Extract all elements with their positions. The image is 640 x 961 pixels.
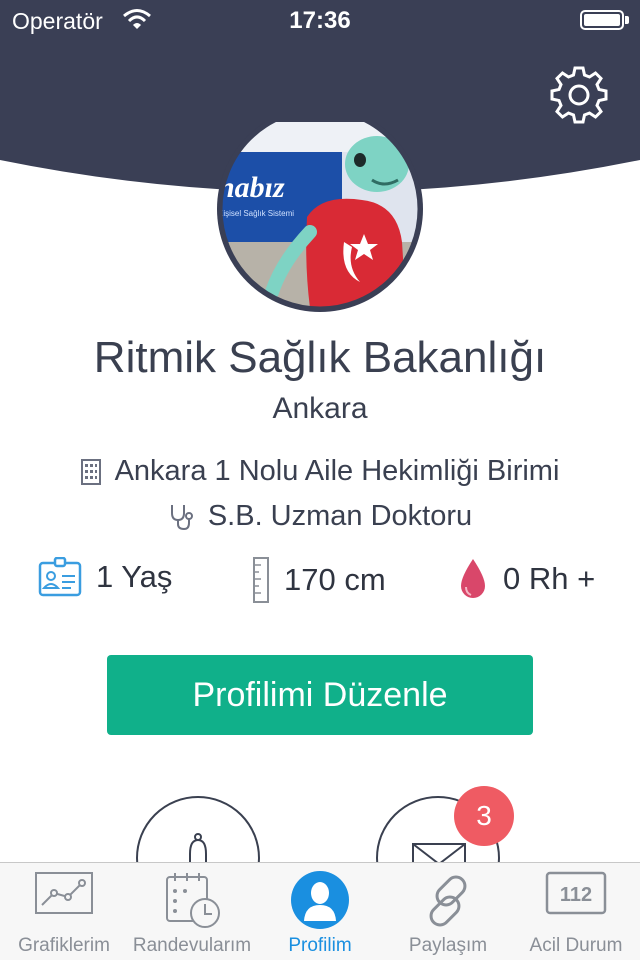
blood-drop-icon (461, 559, 485, 598)
tab-grafiklerim[interactable]: Grafiklerim (0, 863, 128, 961)
tab-profilim[interactable]: Profilim (256, 863, 384, 961)
id-card-icon (38, 557, 82, 597)
messages-count-badge: 3 (454, 786, 514, 846)
link-icon (429, 875, 467, 927)
avatar[interactable]: nabız Kişisel Sağlık Sistemi (212, 122, 428, 312)
tab-label-profilim: Profilim (288, 935, 352, 956)
battery-icon (580, 10, 624, 30)
health-unit-label: Ankara 1 Nolu Aile Hekimliği Birimi (114, 455, 560, 487)
edit-profile-button[interactable]: Profilimi Düzenle (107, 655, 533, 735)
stats-row: 1 Yaş 170 cm 0 Rh + (0, 557, 640, 607)
tab-label-acil-durum: Acil Durum (529, 935, 623, 956)
battery-tip (625, 16, 629, 24)
profile-city: Ankara (272, 392, 368, 425)
health-unit-row: Ankara 1 Nolu Aile Hekimliği Birimi (0, 455, 640, 488)
tab-label-grafiklerim: Grafiklerim (18, 935, 110, 956)
height-value: 170 cm (284, 562, 386, 597)
tab-label-paylasim: Paylaşım (408, 935, 488, 956)
tab-label-randevularim: Randevularım (132, 935, 252, 956)
emergency-112-icon: 112 (545, 871, 607, 915)
height-stat: 170 cm (252, 557, 386, 603)
tab-randevularim[interactable]: Randevularım (128, 863, 256, 961)
blood-value: 0 Rh + (503, 561, 596, 596)
chart-icon (35, 872, 93, 914)
emergency-number: 112 (560, 884, 592, 906)
avatar-logo-subtext: Kişisel Sağlık Sistemi (218, 209, 294, 218)
blood-stat: 0 Rh + (457, 557, 595, 601)
tab-acil-durum[interactable]: 112 Acil Durum (512, 863, 640, 961)
age-value: 1 Yaş (96, 559, 173, 594)
settings-gear-icon[interactable] (548, 64, 610, 126)
status-bar: Operatör 17:36 (0, 0, 640, 40)
age-stat: 1 Yaş (38, 557, 172, 597)
doctor-row: S.B. Uzman Doktoru (0, 500, 640, 533)
clock: 17:36 (289, 7, 351, 34)
tab-bar: Grafiklerim Randevularım Profilim Paylaş… (0, 862, 640, 960)
profile-icon (291, 871, 349, 929)
calendar-clock-icon (166, 873, 220, 928)
ruler-icon (253, 557, 269, 603)
stethoscope-icon (170, 504, 193, 530)
tab-paylasim[interactable]: Paylaşım (384, 863, 512, 961)
doctor-label: S.B. Uzman Doktoru (207, 500, 473, 532)
building-icon (80, 458, 101, 485)
profile-name: Ritmik Sağlık Bakanlığı (93, 333, 547, 382)
